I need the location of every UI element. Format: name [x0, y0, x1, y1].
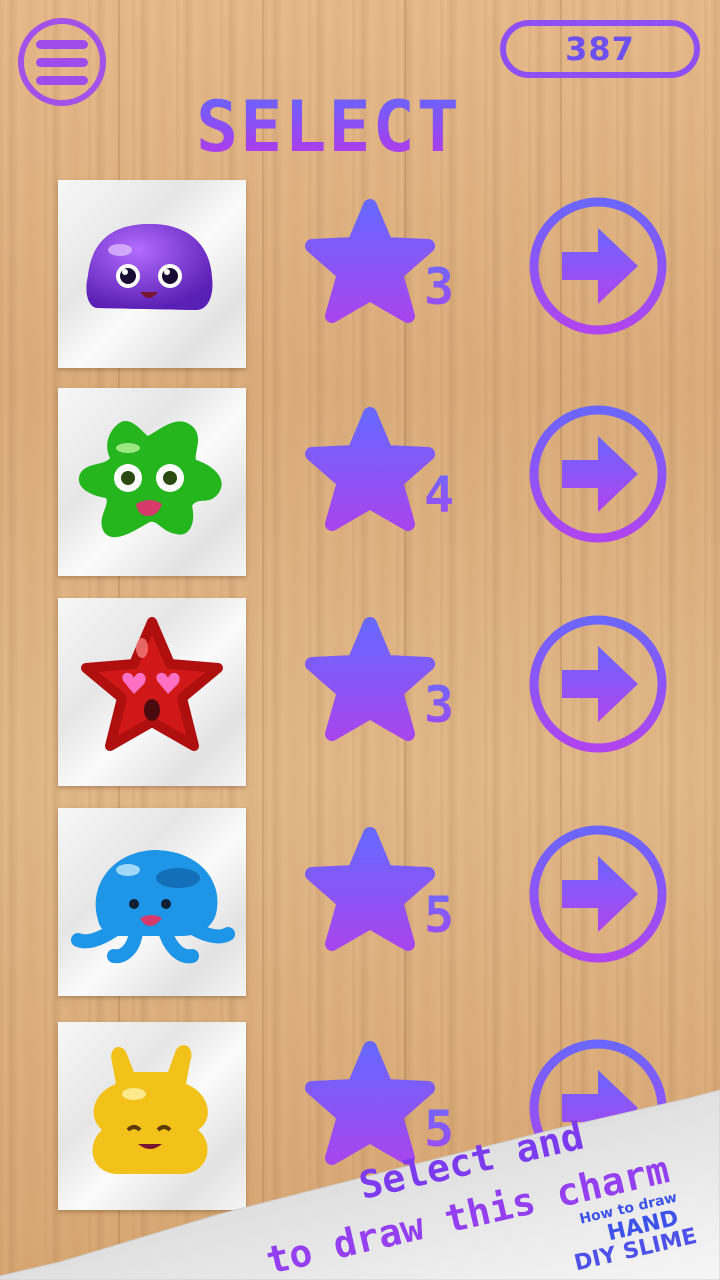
- promo-banner: Select and to draw this charm How to dra…: [0, 0, 720, 1280]
